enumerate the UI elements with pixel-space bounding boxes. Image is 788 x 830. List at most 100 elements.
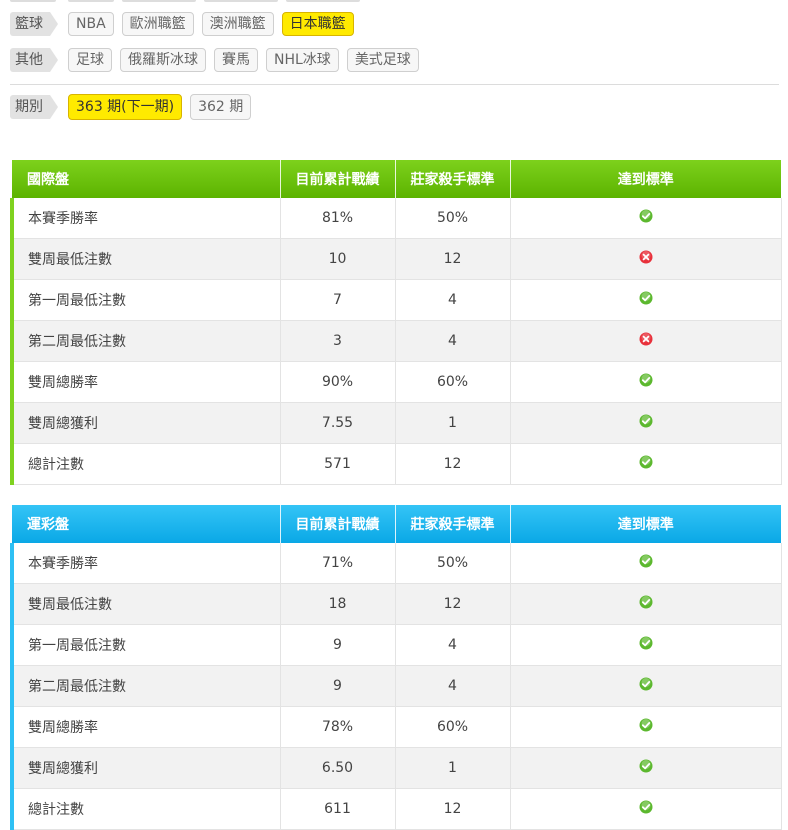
standard-value: 4	[395, 320, 511, 362]
row-label: 雙周最低注數	[10, 583, 281, 625]
current-record-value: 78%	[280, 706, 396, 748]
row-label: 第二周最低注數	[10, 665, 281, 707]
chip-japanese-basketball[interactable]: 日本職籃	[281, 12, 354, 36]
check-circle-icon	[639, 291, 653, 309]
check-circle-icon	[639, 373, 653, 391]
current-record-value: 9	[280, 624, 396, 666]
standard-value: 1	[395, 747, 511, 789]
current-record-value: 10	[280, 238, 396, 280]
table-row: 總計注數 611 12	[10, 788, 782, 830]
table-row: 本賽季勝率 81% 50%	[10, 198, 782, 239]
check-circle-icon	[639, 718, 653, 736]
status-cell	[510, 624, 782, 666]
table-header-row: 國際盤 目前累計戰績 莊家殺手標準 達到標準	[12, 160, 781, 198]
chip-nhl-hockey[interactable]: NHL冰球	[266, 48, 339, 72]
row-label: 雙周總勝率	[10, 361, 281, 403]
table-row: 第二周最低注數 3 4	[10, 320, 782, 362]
row-label: 第二周最低注數	[10, 320, 281, 362]
status-cell	[510, 747, 782, 789]
check-circle-icon	[639, 677, 653, 695]
current-record-value: 18	[280, 583, 396, 625]
chip-european-basketball[interactable]: 歐洲職籃	[121, 12, 194, 36]
chip-nba[interactable]: NBA	[68, 12, 114, 36]
filter-divider	[10, 84, 779, 85]
basketball-filter-row: 籃球 NBA 歐洲職籃 澳洲職籃 日本職籃	[10, 12, 354, 36]
row-label: 本賽季勝率	[10, 198, 281, 239]
period-label: 期別	[10, 95, 58, 119]
chip-period-363[interactable]: 363 期(下一期)	[68, 94, 183, 120]
table-row: 總計注數 571 12	[10, 443, 782, 485]
column-header-market: 運彩盤	[12, 505, 281, 543]
status-cell	[510, 706, 782, 748]
status-cell	[510, 238, 782, 280]
standard-value: 4	[395, 279, 511, 321]
check-circle-icon	[639, 209, 653, 227]
row-label: 本賽季勝率	[10, 543, 281, 584]
period-filter-row: 期別 363 期(下一期) 362 期	[10, 94, 252, 120]
basketball-category-label: 籃球	[10, 12, 58, 36]
check-circle-icon	[639, 554, 653, 572]
chip-soccer[interactable]: 足球	[68, 48, 112, 72]
status-cell	[510, 402, 782, 444]
chip-american-football[interactable]: 美式足球	[346, 48, 419, 72]
chip-period-362[interactable]: 362 期	[190, 94, 252, 120]
cropped-previous-row	[0, 0, 788, 4]
check-circle-icon	[639, 414, 653, 432]
current-record-value: 7	[280, 279, 396, 321]
lottery-stats-table: 運彩盤 目前累計戰績 莊家殺手標準 達到標準 本賽季勝率 71% 50% 雙周最低注數…	[10, 505, 782, 830]
column-header-met: 達到標準	[510, 505, 781, 543]
status-cell	[510, 279, 782, 321]
status-cell	[510, 361, 782, 403]
row-label: 雙周總獲利	[10, 402, 281, 444]
table-row: 雙周總獲利 6.50 1	[10, 747, 782, 789]
table-row: 第二周最低注數 9 4	[10, 665, 782, 707]
status-cell	[510, 443, 782, 485]
current-record-value: 611	[280, 788, 396, 830]
status-cell	[510, 198, 782, 239]
row-label: 第一周最低注數	[10, 279, 281, 321]
chip-russian-hockey[interactable]: 俄羅斯冰球	[120, 48, 206, 72]
row-label: 第一周最低注數	[10, 624, 281, 666]
current-record-value: 71%	[280, 543, 396, 584]
standard-value: 60%	[395, 706, 511, 748]
check-circle-icon	[639, 759, 653, 777]
other-filter-row: 其他 足球 俄羅斯冰球 賽馬 NHL冰球 美式足球	[10, 48, 419, 72]
standard-value: 4	[395, 665, 511, 707]
row-label: 總計注數	[10, 443, 281, 485]
row-label: 雙周最低注數	[10, 238, 281, 280]
current-record-value: 571	[280, 443, 396, 485]
table-row: 第一周最低注數 7 4	[10, 279, 782, 321]
x-circle-icon	[639, 332, 653, 350]
column-header-current-record: 目前累計戰績	[280, 160, 396, 198]
chip-horse-racing[interactable]: 賽馬	[214, 48, 258, 72]
table-row: 雙周總勝率 78% 60%	[10, 706, 782, 748]
current-record-value: 3	[280, 320, 396, 362]
status-cell	[510, 320, 782, 362]
column-header-standard: 莊家殺手標準	[395, 505, 511, 543]
column-header-met: 達到標準	[510, 160, 781, 198]
current-record-value: 81%	[280, 198, 396, 239]
row-label: 雙周總勝率	[10, 706, 281, 748]
row-label: 總計注數	[10, 788, 281, 830]
current-record-value: 90%	[280, 361, 396, 403]
table-row: 雙周最低注數 18 12	[10, 583, 782, 625]
table-row: 雙周總獲利 7.55 1	[10, 402, 782, 444]
column-header-market: 國際盤	[12, 160, 281, 198]
standard-value: 12	[395, 583, 511, 625]
international-stats-table: 國際盤 目前累計戰績 莊家殺手標準 達到標準 本賽季勝率 81% 50% 雙周最低注數…	[10, 160, 782, 485]
current-record-value: 7.55	[280, 402, 396, 444]
standard-value: 50%	[395, 198, 511, 239]
standard-value: 50%	[395, 543, 511, 584]
check-circle-icon	[639, 636, 653, 654]
standard-value: 4	[395, 624, 511, 666]
chip-australian-basketball[interactable]: 澳洲職籃	[201, 12, 274, 36]
current-record-value: 6.50	[280, 747, 396, 789]
standard-value: 12	[395, 788, 511, 830]
column-header-standard: 莊家殺手標準	[395, 160, 511, 198]
check-circle-icon	[639, 800, 653, 818]
standard-value: 12	[395, 238, 511, 280]
status-cell	[510, 543, 782, 584]
table-row: 雙周最低注數 10 12	[10, 238, 782, 280]
x-circle-icon	[639, 250, 653, 268]
check-circle-icon	[639, 595, 653, 613]
